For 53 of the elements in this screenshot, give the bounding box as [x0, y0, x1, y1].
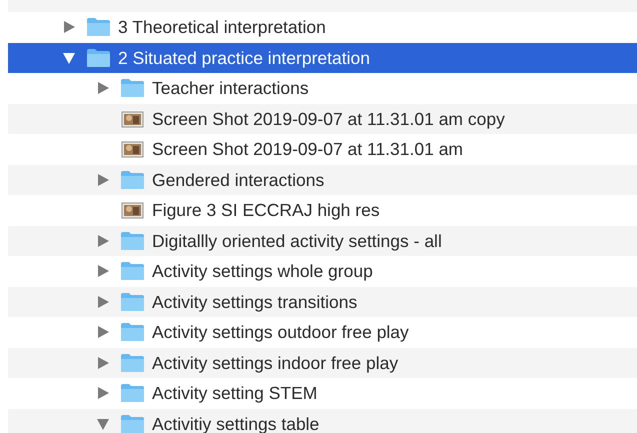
file-name: Activity settings whole group — [152, 260, 373, 284]
file-name: Activity settings indoor free play — [152, 352, 398, 375]
expand-triangle-icon[interactable] — [96, 234, 110, 248]
folder-icon — [120, 414, 145, 433]
expand-triangle-icon[interactable] — [96, 172, 110, 187]
file-name: Screen Shot 2019-09-07 at 11.31.01 am — [152, 138, 464, 162]
file-row[interactable]: 3 Theoretical interpretation — [8, 12, 637, 42]
file-row[interactable]: Activity settings whole group — [8, 256, 637, 286]
file-row[interactable]: Digitallly oriented activity settings - all — [8, 226, 637, 256]
folder-icon — [120, 292, 145, 312]
file-row[interactable]: Activity setting STEM — [8, 378, 637, 408]
file-row[interactable]: Screen Shot 2019-09-07 at 11.31.01 am — [8, 134, 637, 164]
file-name: 3 Theoretical interpretation — [118, 16, 326, 40]
file-name: Activitiy settings table — [152, 412, 320, 433]
expand-triangle-icon[interactable] — [96, 356, 110, 370]
file-name: Gendered interactions — [152, 168, 324, 192]
folder-icon — [120, 230, 145, 251]
file-name: Figure 3 SI ECCRAJ high res — [152, 199, 380, 222]
file-row[interactable]: Teacher interactions — [8, 73, 637, 104]
file-name: 2 Situated practice interpretation — [118, 46, 370, 70]
folder-icon — [120, 322, 145, 342]
file-name: Activity setting STEM — [152, 382, 318, 406]
file-row[interactable]: Activitiy settings table — [8, 408, 637, 433]
file-name: Teacher interactions — [152, 77, 309, 100]
expand-triangle-icon[interactable] — [96, 294, 110, 309]
folder-icon — [86, 48, 111, 68]
expand-triangle-icon[interactable] — [96, 325, 110, 340]
file-row[interactable]: Screen Shot 2019-09-07 at 11.31.01 am copy — [8, 104, 637, 134]
collapse-triangle-icon[interactable] — [62, 50, 76, 65]
file-name: Screen Shot 2019-09-07 at 11.31.01 am copy — [152, 108, 505, 131]
expand-triangle-icon[interactable] — [96, 81, 110, 96]
file-row[interactable]: Activity settings transitions — [8, 286, 637, 317]
file-name: Activity settings outdoor free play — [152, 321, 409, 344]
image-file-icon — [120, 139, 145, 160]
file-row[interactable]: 2 Situated practice interpretation — [8, 42, 637, 73]
folder-icon — [120, 352, 145, 373]
expand-triangle-icon[interactable] — [96, 386, 110, 400]
file-row[interactable]: Activity settings outdoor free play — [8, 317, 637, 348]
folder-icon — [120, 383, 145, 404]
file-name: Digitallly oriented activity settings - all — [152, 230, 442, 253]
expand-triangle-icon[interactable] — [96, 264, 110, 278]
image-file-icon — [120, 108, 145, 129]
collapse-triangle-icon[interactable] — [96, 416, 110, 431]
image-file-icon — [120, 200, 145, 220]
folder-icon — [120, 261, 145, 282]
file-name: Activity settings transitions — [152, 290, 358, 314]
folder-icon — [120, 78, 145, 98]
file-row[interactable]: Activity settings indoor free play — [8, 348, 637, 378]
file-row[interactable]: Figure 3 SI ECCRAJ high res — [8, 195, 637, 226]
folder-icon — [86, 17, 111, 38]
file-row[interactable]: Gendered interactions — [8, 164, 637, 195]
expand-triangle-icon[interactable] — [62, 20, 76, 34]
folder-icon — [120, 170, 145, 190]
